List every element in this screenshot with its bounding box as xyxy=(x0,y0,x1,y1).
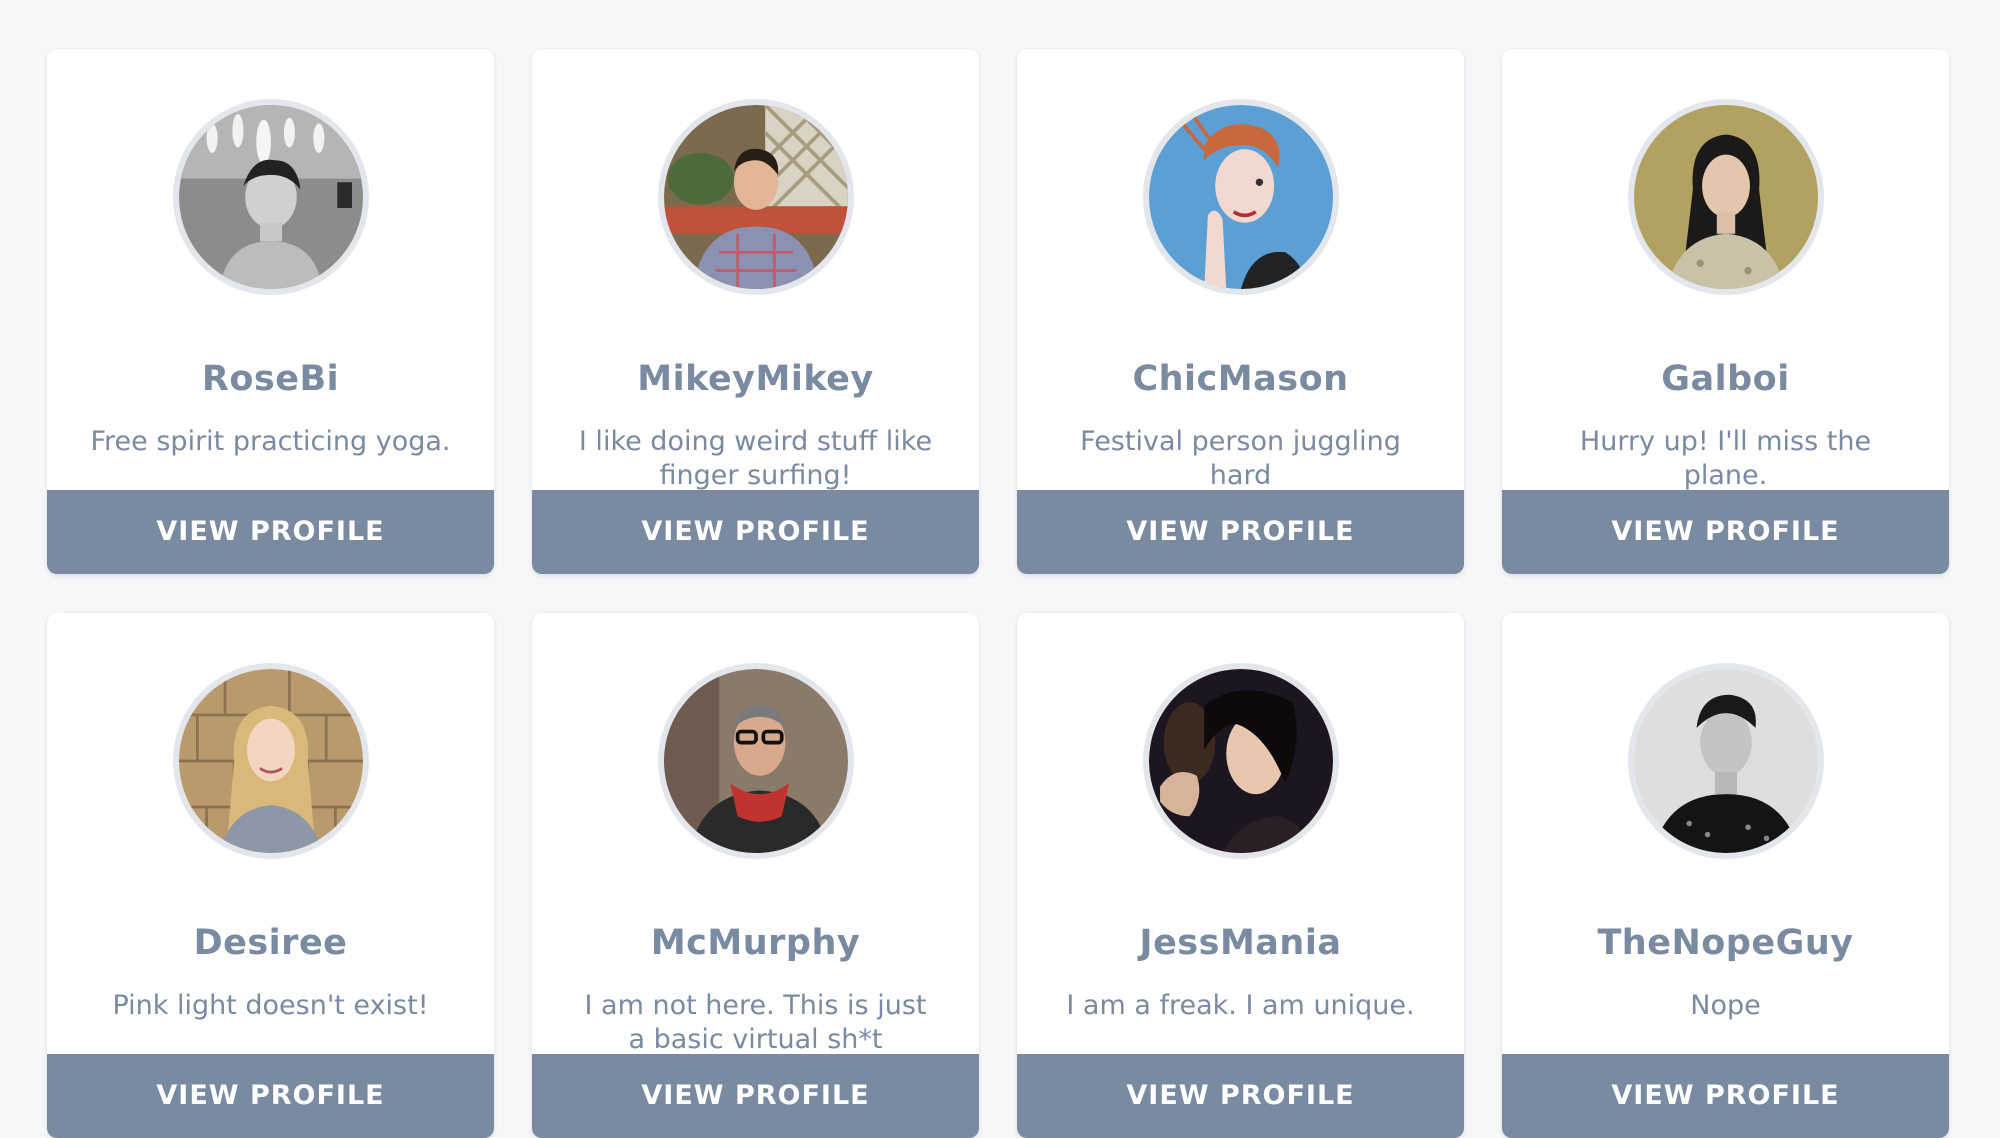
view-profile-button[interactable]: VIEW PROFILE xyxy=(1502,490,1949,574)
profile-card: JessMania I am a freak. I am unique. VIE… xyxy=(1017,613,1464,1138)
profile-bio: Free spirit practicing yoga. xyxy=(90,426,451,457)
profile-name: Desiree xyxy=(193,923,348,963)
profile-card: Galboi Hurry up! I'll miss the plane. VI… xyxy=(1502,49,1949,574)
view-profile-button[interactable]: VIEW PROFILE xyxy=(1017,1054,1464,1138)
profile-name: McMurphy xyxy=(650,923,861,963)
profile-card: MikeyMikey I like doing weird stuff like… xyxy=(532,49,979,574)
avatar[interactable] xyxy=(1627,663,1824,859)
avatar[interactable] xyxy=(657,99,854,295)
view-profile-button[interactable]: VIEW PROFILE xyxy=(47,490,494,574)
view-profile-button[interactable]: VIEW PROFILE xyxy=(532,1054,979,1138)
profile-bio: Hurry up! I'll miss the plane. xyxy=(1579,426,1872,491)
profile-bio: I am a freak. I am unique. xyxy=(1066,990,1415,1021)
profile-name: RoseBi xyxy=(201,359,340,399)
profile-name: TheNopeGuy xyxy=(1597,923,1854,963)
view-profile-button[interactable]: VIEW PROFILE xyxy=(1502,1054,1949,1138)
profile-grid: RoseBi Free spirit practicing yoga. VIEW… xyxy=(47,49,1949,1138)
avatar[interactable] xyxy=(1142,99,1339,295)
profile-bio: I like doing weird stuff like finger sur… xyxy=(578,426,933,491)
view-profile-button[interactable]: VIEW PROFILE xyxy=(532,490,979,574)
avatar[interactable] xyxy=(657,663,854,859)
avatar[interactable] xyxy=(1627,99,1824,295)
view-profile-button[interactable]: VIEW PROFILE xyxy=(1017,490,1464,574)
profile-card: ChicMason Festival person juggling hard … xyxy=(1017,49,1464,574)
profile-bio: Festival person juggling hard xyxy=(1080,426,1401,491)
profile-card: TheNopeGuy Nope VIEW PROFILE xyxy=(1502,613,1949,1138)
profile-card: RoseBi Free spirit practicing yoga. VIEW… xyxy=(47,49,494,574)
profile-bio: I am not here. This is just a basic virt… xyxy=(584,990,927,1055)
profile-bio: Pink light doesn't exist! xyxy=(112,990,429,1021)
avatar[interactable] xyxy=(172,663,369,859)
avatar[interactable] xyxy=(1142,663,1339,859)
profile-name: MikeyMikey xyxy=(637,359,874,399)
view-profile-button[interactable]: VIEW PROFILE xyxy=(47,1054,494,1138)
profile-bio: Nope xyxy=(1690,990,1761,1021)
profile-name: Galboi xyxy=(1661,359,1790,399)
profile-card: Desiree Pink light doesn't exist! VIEW P… xyxy=(47,613,494,1138)
avatar[interactable] xyxy=(172,99,369,295)
profile-name: JessMania xyxy=(1139,923,1342,963)
profile-card: McMurphy I am not here. This is just a b… xyxy=(532,613,979,1138)
profile-name: ChicMason xyxy=(1132,359,1349,399)
